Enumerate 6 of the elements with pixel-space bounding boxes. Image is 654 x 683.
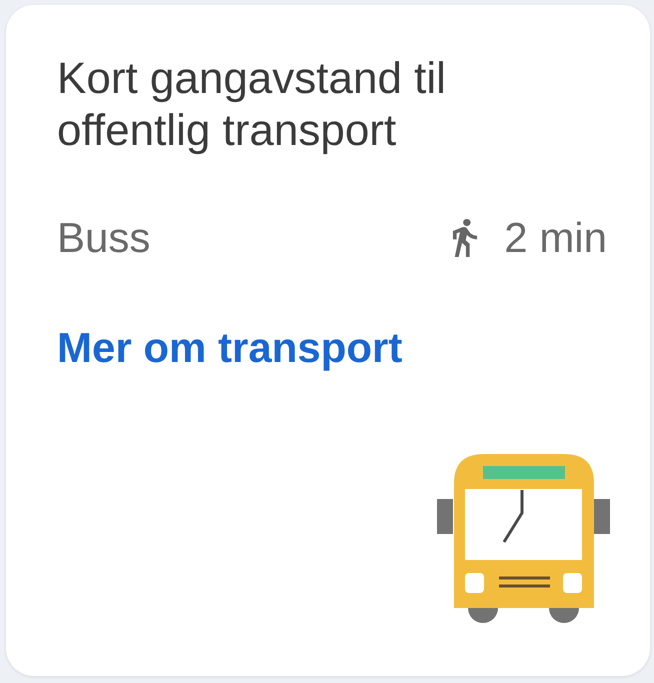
transit-mode-label: Buss [57,213,150,263]
transport-link[interactable]: Mer om transport [57,323,402,373]
walking-person-icon [452,219,478,257]
card-title: Kort gangavstand til offentlig transport [57,53,447,157]
walk-time: 2 min [504,213,607,263]
bus-icon [436,453,610,624]
